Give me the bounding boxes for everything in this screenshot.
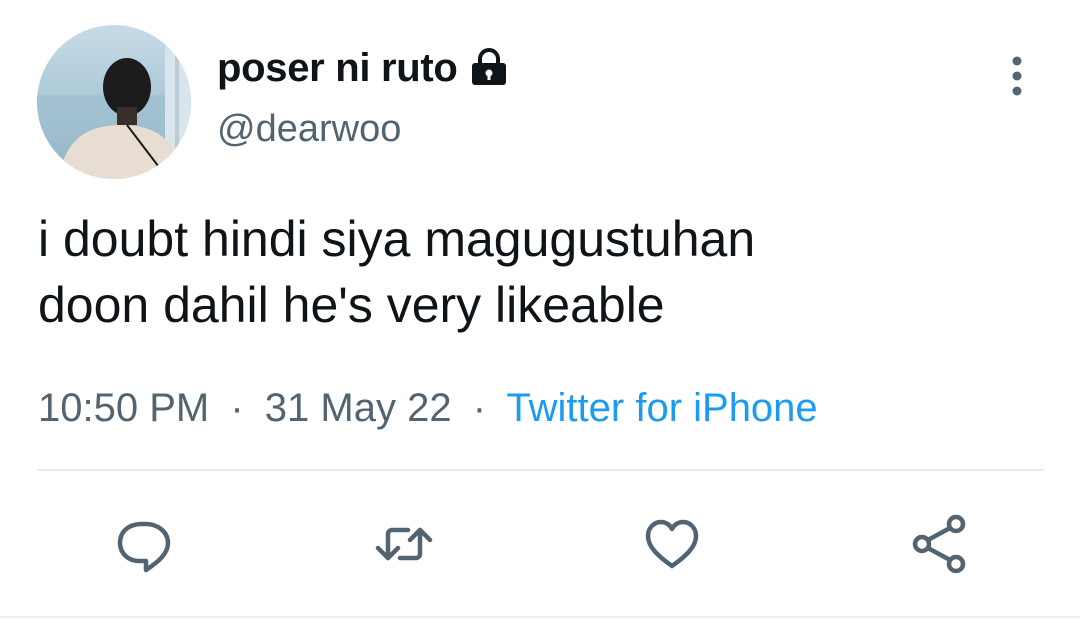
reply-icon[interactable] xyxy=(112,512,176,576)
author-row: poser ni ruto xyxy=(217,40,510,96)
tweet-text-line: i doubt hindi siya magugustuhan xyxy=(38,211,756,267)
tweet-source-link[interactable]: Twitter for iPhone xyxy=(506,386,817,430)
meta-separator: · xyxy=(230,386,244,430)
heart-icon[interactable] xyxy=(640,512,704,576)
tweet-text-line: doon dahil he's very likeable xyxy=(38,277,665,333)
lock-icon xyxy=(468,48,510,88)
tweet-text: i doubt hindi siya magugustuhan doon dah… xyxy=(38,206,1038,338)
share-icon[interactable] xyxy=(908,512,972,576)
tweet-date[interactable]: 31 May 22 xyxy=(265,386,452,430)
display-name[interactable]: poser ni ruto xyxy=(217,46,458,91)
avatar[interactable] xyxy=(37,25,191,179)
bottom-divider xyxy=(0,616,1080,618)
user-handle[interactable]: @dearwoo xyxy=(217,108,401,151)
tweet-meta: 10:50 PM · 31 May 22 · Twitter for iPhon… xyxy=(38,386,818,431)
tweet-time[interactable]: 10:50 PM xyxy=(38,386,209,430)
retweet-icon[interactable] xyxy=(372,512,436,576)
more-vertical-icon[interactable] xyxy=(1000,52,1034,100)
meta-separator: · xyxy=(472,386,487,430)
divider xyxy=(37,469,1044,471)
